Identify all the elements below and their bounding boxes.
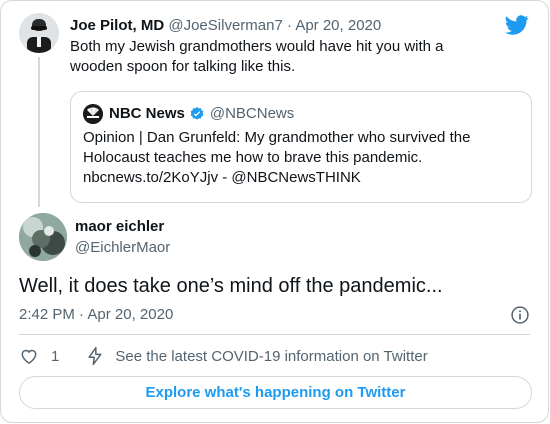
main-author-handle[interactable]: @EichlerMaor [75, 239, 170, 256]
embedded-tweet-card: Joe Pilot, MD @JoeSilverman7 · Apr 20, 2… [0, 0, 549, 423]
parent-author-handle[interactable]: @JoeSilverman7 [168, 17, 282, 34]
parent-tweet-date[interactable]: Apr 20, 2020 [295, 17, 381, 34]
lightning-bolt-icon[interactable] [85, 346, 105, 366]
quoted-text-line: Opinion | Dan Grunfeld: My grandmother w… [83, 129, 471, 146]
nbc-peacock-logo-icon [83, 104, 103, 124]
quoted-tweet-header: NBC News @NBCNews [83, 104, 294, 124]
verified-badge-icon [190, 107, 204, 120]
parent-tweet[interactable]: Joe Pilot, MD @JoeSilverman7 · Apr 20, 2… [19, 13, 532, 207]
info-icon[interactable] [510, 305, 530, 325]
quoted-tweet-text: Opinion | Dan Grunfeld: My grandmother w… [83, 128, 513, 188]
profile-photo-icon [19, 13, 59, 53]
parent-tweet-header: Joe Pilot, MD @JoeSilverman7 · Apr 20, 2… [70, 16, 381, 36]
tweet-actions: 1 See the latest COVID-19 information on… [19, 345, 428, 367]
quoted-tweet[interactable]: NBC News @NBCNews Opinion | Dan Grunfeld… [70, 91, 532, 203]
like-count[interactable]: 1 [51, 348, 59, 365]
separator-dot: · [79, 306, 85, 323]
quoted-author-handle[interactable]: @NBCNews [210, 104, 294, 124]
parent-author-name[interactable]: Joe Pilot, MD [70, 17, 164, 34]
quoted-text-line[interactable]: nbcnews.to/2KoYJjv - @NBCNewsTHINK [83, 168, 513, 188]
thread-line [38, 57, 40, 207]
parent-tweet-text: Both my Jewish grandmothers would have h… [70, 38, 444, 75]
tweet-time[interactable]: 2:42 PM [19, 306, 75, 323]
parent-author-avatar[interactable] [19, 13, 59, 53]
main-author-name[interactable]: maor eichler [75, 218, 164, 235]
main-tweet-text: Well, it does take one’s mind off the pa… [19, 275, 443, 297]
separator-dot: · [286, 17, 292, 34]
heart-icon[interactable] [19, 346, 39, 366]
twitter-bird-icon[interactable] [504, 13, 530, 37]
quoted-author-name[interactable]: NBC News [109, 104, 185, 124]
divider [19, 334, 530, 335]
main-tweet-timestamp[interactable]: 2:42 PM · Apr 20, 2020 [19, 306, 173, 323]
covid-info-link[interactable]: See the latest COVID-19 information on T… [115, 348, 427, 365]
tweet-date[interactable]: Apr 20, 2020 [87, 306, 173, 323]
explore-twitter-button[interactable]: Explore what's happening on Twitter [19, 376, 532, 409]
quoted-text-line: Holocaust teaches me how to brave this p… [83, 149, 423, 166]
profile-photo-icon [19, 213, 67, 261]
main-author-avatar[interactable] [19, 213, 67, 261]
